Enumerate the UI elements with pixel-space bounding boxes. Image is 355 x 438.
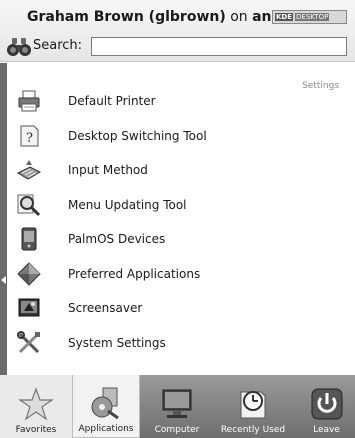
diamond-icon <box>17 262 41 286</box>
list-item-label: Desktop Switching Tool <box>68 128 207 143</box>
tab-applications[interactable]: Applications <box>72 375 140 438</box>
magnifier-icon <box>17 194 41 216</box>
binoculars-icon <box>7 38 31 56</box>
desktop-logo-text: DESKTOP <box>295 13 330 21</box>
list-item-default-printer[interactable]: Default Printer <box>16 84 346 119</box>
list-item-label: Preferred Applications <box>68 266 201 281</box>
help-icon: ? <box>20 125 39 147</box>
clock-icon <box>240 391 266 419</box>
user-name: Graham Brown (glbrown) <box>27 9 226 25</box>
svg-text:?: ? <box>26 131 33 146</box>
computer-icon <box>162 389 192 418</box>
list-item-label: System Settings <box>68 335 166 350</box>
list-item-label: Default Printer <box>68 94 156 109</box>
tab-label: Computer <box>154 425 200 435</box>
settings-list: Default Printer ? Desktop Switching Tool… <box>16 84 346 360</box>
menu-header: Graham Brown (glbrown) on anderso KDE DE… <box>0 0 355 62</box>
tab-leave[interactable]: Leave <box>298 375 355 438</box>
search-label: Search: <box>33 38 83 53</box>
applications-icon <box>91 387 119 420</box>
power-icon <box>311 388 342 420</box>
tab-label: Leave <box>313 425 340 435</box>
tab-computer[interactable]: Computer <box>142 375 212 438</box>
list-item-palmos-devices[interactable]: PalmOS Devices <box>16 222 346 257</box>
list-item-input-method[interactable]: Input Method <box>16 153 346 188</box>
list-item-desktop-switching-tool[interactable]: ? Desktop Switching Tool <box>16 119 346 154</box>
kde-logo-text: KDE <box>275 13 294 21</box>
search-input[interactable] <box>91 37 347 56</box>
tools-icon <box>17 330 40 353</box>
pda-icon <box>21 227 37 251</box>
left-arrow-icon <box>1 276 6 284</box>
list-item-label: Screensaver <box>68 301 143 316</box>
printer-icon <box>18 90 40 112</box>
tab-label: Recently Used <box>220 425 286 435</box>
on-text: on <box>225 9 253 25</box>
keyboard-icon <box>16 160 42 180</box>
list-item-system-settings[interactable]: System Settings <box>16 326 346 361</box>
tab-recently-used[interactable]: Recently Used <box>212 375 294 438</box>
screensaver-icon <box>18 298 40 317</box>
list-item-menu-updating-tool[interactable]: Menu Updating Tool <box>16 188 346 223</box>
back-strip[interactable] <box>0 63 7 375</box>
list-item-screensaver[interactable]: Screensaver <box>16 291 346 326</box>
tab-bar: Favorites Applications Computer Recently… <box>0 375 355 438</box>
tab-label: Applications <box>78 424 134 434</box>
star-icon <box>18 387 54 421</box>
list-item-preferred-applications[interactable]: Preferred Applications <box>16 257 346 292</box>
tab-favorites[interactable]: Favorites <box>0 375 72 438</box>
list-item-label: Input Method <box>68 163 148 178</box>
tab-label: Favorites <box>15 425 57 435</box>
kde-desktop-logo: KDE DESKTOP <box>272 10 347 24</box>
list-item-label: PalmOS Devices <box>68 232 166 247</box>
list-item-label: Menu Updating Tool <box>68 197 187 212</box>
